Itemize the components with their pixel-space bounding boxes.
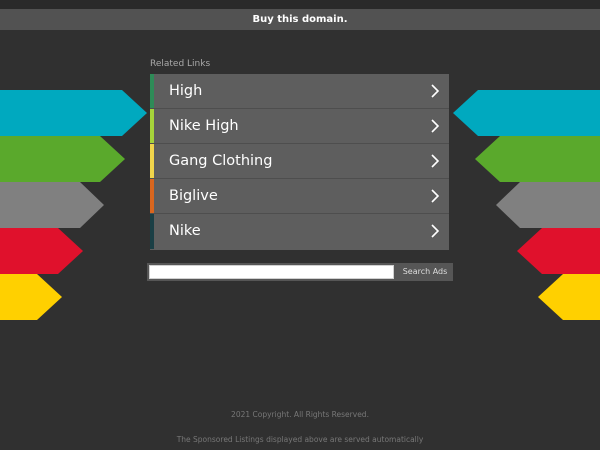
related-link-nike[interactable]: Nike (150, 214, 449, 249)
related-link-label: Biglive (169, 188, 218, 204)
related-link-label: Nike High (169, 118, 239, 134)
link-color-strip (150, 109, 154, 143)
related-link-biglive[interactable]: Biglive (150, 179, 449, 214)
related-link-label: Nike (169, 223, 201, 239)
related-links-list: High Nike High Gang Clothing Biglive Nik… (150, 74, 449, 250)
arrow-left-yellow (0, 274, 62, 320)
search-ads-button[interactable]: Search Ads (397, 263, 453, 281)
link-color-strip (150, 179, 154, 213)
chevron-right-icon (431, 84, 440, 98)
related-links-title: Related Links (150, 59, 211, 69)
chevron-right-icon (431, 224, 440, 238)
arrow-right-gray (496, 182, 600, 228)
arrow-right-yellow (538, 274, 600, 320)
search-ads-box: Search Ads (147, 263, 453, 281)
link-color-strip (150, 144, 154, 178)
arrow-left-red (0, 228, 83, 274)
arrow-right-teal (453, 90, 600, 136)
link-color-strip (150, 74, 154, 108)
chevron-right-icon (431, 119, 440, 133)
arrow-right-red (517, 228, 600, 274)
related-link-gang-clothing[interactable]: Gang Clothing (150, 144, 449, 179)
arrow-right-green (475, 136, 600, 182)
copyright-text: 2021 Copyright. All Rights Reserved. (231, 410, 369, 419)
arrow-left-green (0, 136, 125, 182)
arrow-left-gray (0, 182, 104, 228)
search-input[interactable] (149, 265, 394, 279)
disclaimer-text: The Sponsored Listings displayed above a… (176, 435, 424, 444)
chevron-right-icon (431, 154, 440, 168)
buy-domain-link[interactable]: Buy this domain. (0, 9, 600, 30)
link-color-strip (150, 214, 154, 249)
related-link-nike-high[interactable]: Nike High (150, 109, 449, 144)
related-link-high[interactable]: High (150, 74, 449, 109)
related-link-label: High (169, 83, 203, 99)
top-strip (0, 0, 600, 9)
arrow-left-teal (0, 90, 147, 136)
related-link-label: Gang Clothing (169, 153, 273, 169)
chevron-right-icon (431, 189, 440, 203)
